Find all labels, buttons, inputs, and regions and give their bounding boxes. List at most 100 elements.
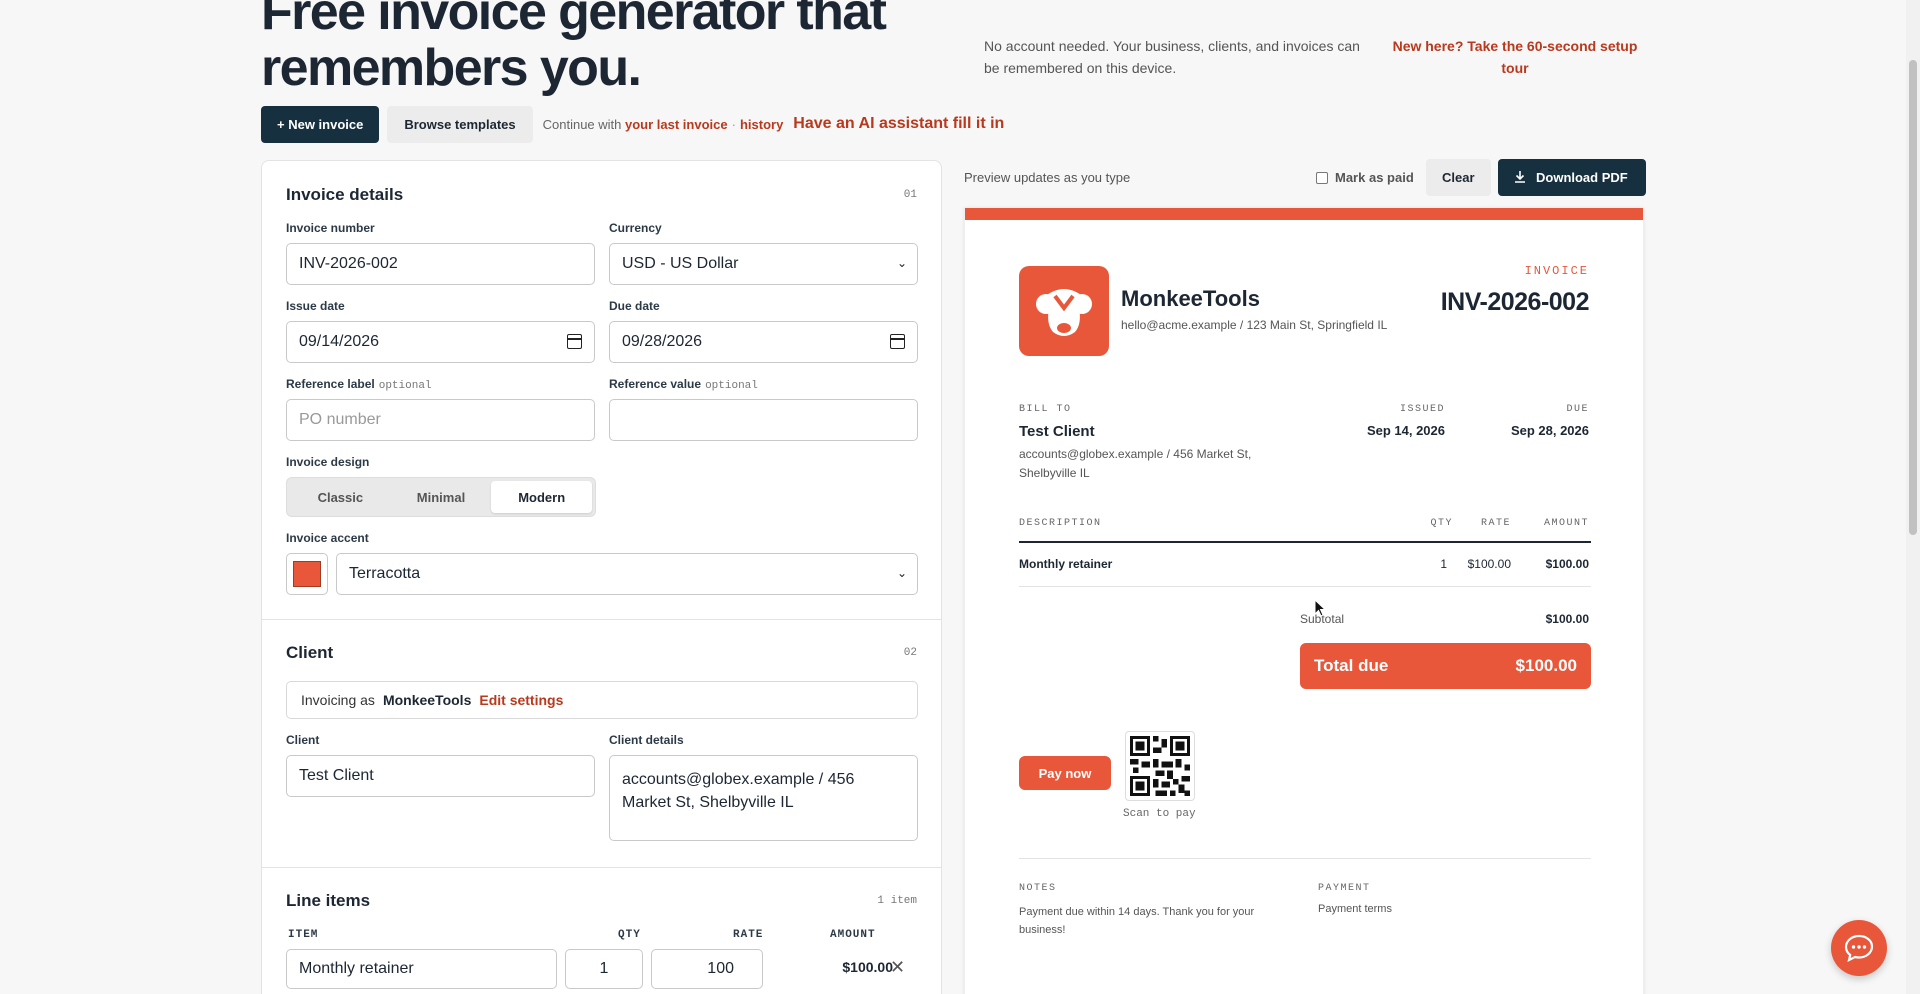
client-details-textarea[interactable]: accounts@globex.example / 456 Market St,…: [609, 755, 918, 841]
issue-date-input[interactable]: 09/14/2026: [286, 321, 595, 363]
monkey-logo-icon: [1019, 266, 1109, 356]
chat-bubble-icon[interactable]: [1831, 920, 1887, 976]
bill-to-name: Test Client: [1019, 423, 1095, 440]
invoice-design-switch: Classic Minimal Modern: [286, 477, 596, 517]
line-items-header-item: ITEM: [288, 929, 319, 941]
issued-label: ISSUED: [1399, 404, 1445, 415]
due-date-label: Due date: [609, 299, 660, 313]
invoice-number-label: Invoice number: [286, 221, 375, 235]
page-title: Free invoice generator that remembers yo…: [261, 0, 887, 97]
row-rate: $100.00: [1467, 557, 1511, 571]
reference-value-text: Reference value: [609, 377, 702, 391]
chevron-down-icon: ⌄: [896, 256, 907, 270]
client-details-value: accounts@globex.example / 456 Market St,…: [622, 771, 855, 811]
browse-templates-button[interactable]: Browse templates: [387, 105, 533, 143]
due-date-input[interactable]: 09/28/2026: [609, 321, 918, 363]
continue-prefix: Continue with: [542, 116, 622, 132]
table-row-rule: [1019, 586, 1591, 587]
reference-label-input[interactable]: PO number: [286, 399, 595, 441]
currency-select[interactable]: USD - US Dollar ⌄: [609, 243, 918, 285]
mark-as-paid-checkbox[interactable]: [1316, 171, 1328, 184]
client-label: Client: [286, 733, 320, 747]
invoicing-as-business: MonkeeTools: [382, 692, 472, 708]
bill-to-details: accounts@globex.example / 456 Market St,…: [1019, 447, 1252, 480]
accent-value: Terracotta: [349, 565, 421, 582]
calendar-icon[interactable]: [890, 334, 905, 349]
line-item-qty: 1: [599, 960, 609, 977]
line-item-qty-input[interactable]: 1: [565, 949, 643, 989]
due-date-value: 09/28/2026: [622, 333, 703, 350]
pay-now-button[interactable]: Pay now: [1019, 756, 1111, 790]
invoice-number-input[interactable]: INV-2026-002: [286, 243, 595, 285]
ai-assistant-link[interactable]: Have an AI assistant fill it in: [793, 115, 1004, 133]
accent-color-picker[interactable]: [286, 553, 328, 595]
last-invoice-link[interactable]: your last invoice: [625, 117, 728, 132]
issue-date-value: 09/14/2026: [299, 333, 380, 350]
row-amount: $100.00: [1545, 557, 1589, 571]
accent-swatch: [293, 561, 321, 587]
new-invoice-button[interactable]: + New invoice: [261, 105, 380, 143]
close-icon[interactable]: ✕: [890, 957, 905, 978]
design-option-modern[interactable]: Modern: [491, 481, 593, 513]
table-header-rate: RATE: [1480, 518, 1511, 529]
total-due-box: Total due $100.00: [1300, 643, 1591, 689]
client-name-value: Test Client: [299, 767, 374, 784]
history-link[interactable]: history: [740, 117, 783, 132]
preview-hint: Preview updates as you type: [964, 170, 1131, 185]
mouse-cursor-icon: [1314, 598, 1327, 622]
invoice-number-value: INV-2026-002: [299, 255, 398, 272]
edit-settings-link[interactable]: Edit settings: [479, 692, 563, 708]
bill-to-label: BILL TO: [1019, 404, 1072, 415]
currency-value: USD - US Dollar: [622, 255, 739, 272]
scan-to-pay-label: Scan to pay: [1123, 808, 1196, 820]
invoice-form-panel: Invoice details 01 Invoice number INV-20…: [261, 160, 942, 994]
chevron-down-icon: ⌄: [896, 566, 907, 580]
line-items-title: Line items: [286, 891, 371, 910]
setup-tour-link[interactable]: New here? Take the 60-second setup tour: [1385, 35, 1645, 79]
accent-select[interactable]: Terracotta ⌄: [336, 553, 918, 595]
invoicing-as-bar: Invoicing as MonkeeTools Edit settings: [286, 681, 918, 719]
preview-divider: [1019, 858, 1591, 859]
reference-label-placeholder: PO number: [299, 411, 381, 428]
reference-value-input[interactable]: [609, 399, 918, 441]
issue-date-label: Issue date: [286, 299, 345, 313]
client-input[interactable]: Test Client: [286, 755, 595, 797]
invoice-accent-label: Invoice accent: [286, 531, 369, 545]
mark-as-paid-toggle[interactable]: Mark as paid: [1316, 170, 1414, 185]
line-items-header-amount: AMOUNT: [830, 929, 876, 941]
reference-value-label: Reference value optional: [609, 377, 758, 392]
page-scrollbar[interactable]: [1906, 0, 1920, 994]
calendar-icon[interactable]: [567, 334, 582, 349]
notes-label: NOTES: [1019, 883, 1057, 894]
payment-label: PAYMENT: [1318, 883, 1371, 894]
design-option-minimal[interactable]: Minimal: [391, 481, 492, 513]
issued-date: Sep 14, 2026: [1366, 423, 1445, 438]
invoice-preview: MonkeeTools hello@acme.example / 123 Mai…: [964, 207, 1644, 994]
invoicing-as-prefix: Invoicing as: [301, 692, 375, 708]
line-item-rate: 100: [707, 960, 734, 977]
currency-label: Currency: [609, 221, 662, 235]
client-section-title: Client: [286, 643, 334, 662]
download-icon: [1514, 170, 1526, 186]
due-label: DUE: [1566, 404, 1589, 415]
line-item-description-input[interactable]: Monthly retainer: [286, 949, 557, 989]
subtotal-value: $100.00: [1545, 612, 1589, 626]
line-items-header-qty: QTY: [618, 929, 641, 941]
clear-button[interactable]: Clear: [1426, 159, 1491, 196]
line-item-amount: $100.00: [842, 959, 893, 975]
download-pdf-button[interactable]: Download PDF: [1498, 159, 1646, 196]
due-date: Sep 28, 2026: [1510, 423, 1589, 438]
mark-as-paid-label: Mark as paid: [1335, 170, 1414, 185]
optional-tag: optional: [705, 380, 758, 392]
table-header-description: DESCRIPTION: [1019, 518, 1102, 529]
table-header-qty: QTY: [1430, 518, 1453, 529]
table-header-rule: [1019, 541, 1591, 543]
total-due-value: $100.00: [1515, 656, 1577, 675]
scrollbar-thumb[interactable]: [1909, 60, 1917, 535]
row-qty: 1: [1440, 557, 1447, 571]
invoice-label: INVOICE: [1524, 264, 1589, 278]
invoice-details-title: Invoice details: [286, 185, 404, 204]
design-option-classic[interactable]: Classic: [290, 481, 391, 513]
business-contact: hello@acme.example / 123 Main St, Spring…: [1121, 318, 1388, 332]
line-item-rate-input[interactable]: 100: [651, 949, 763, 989]
